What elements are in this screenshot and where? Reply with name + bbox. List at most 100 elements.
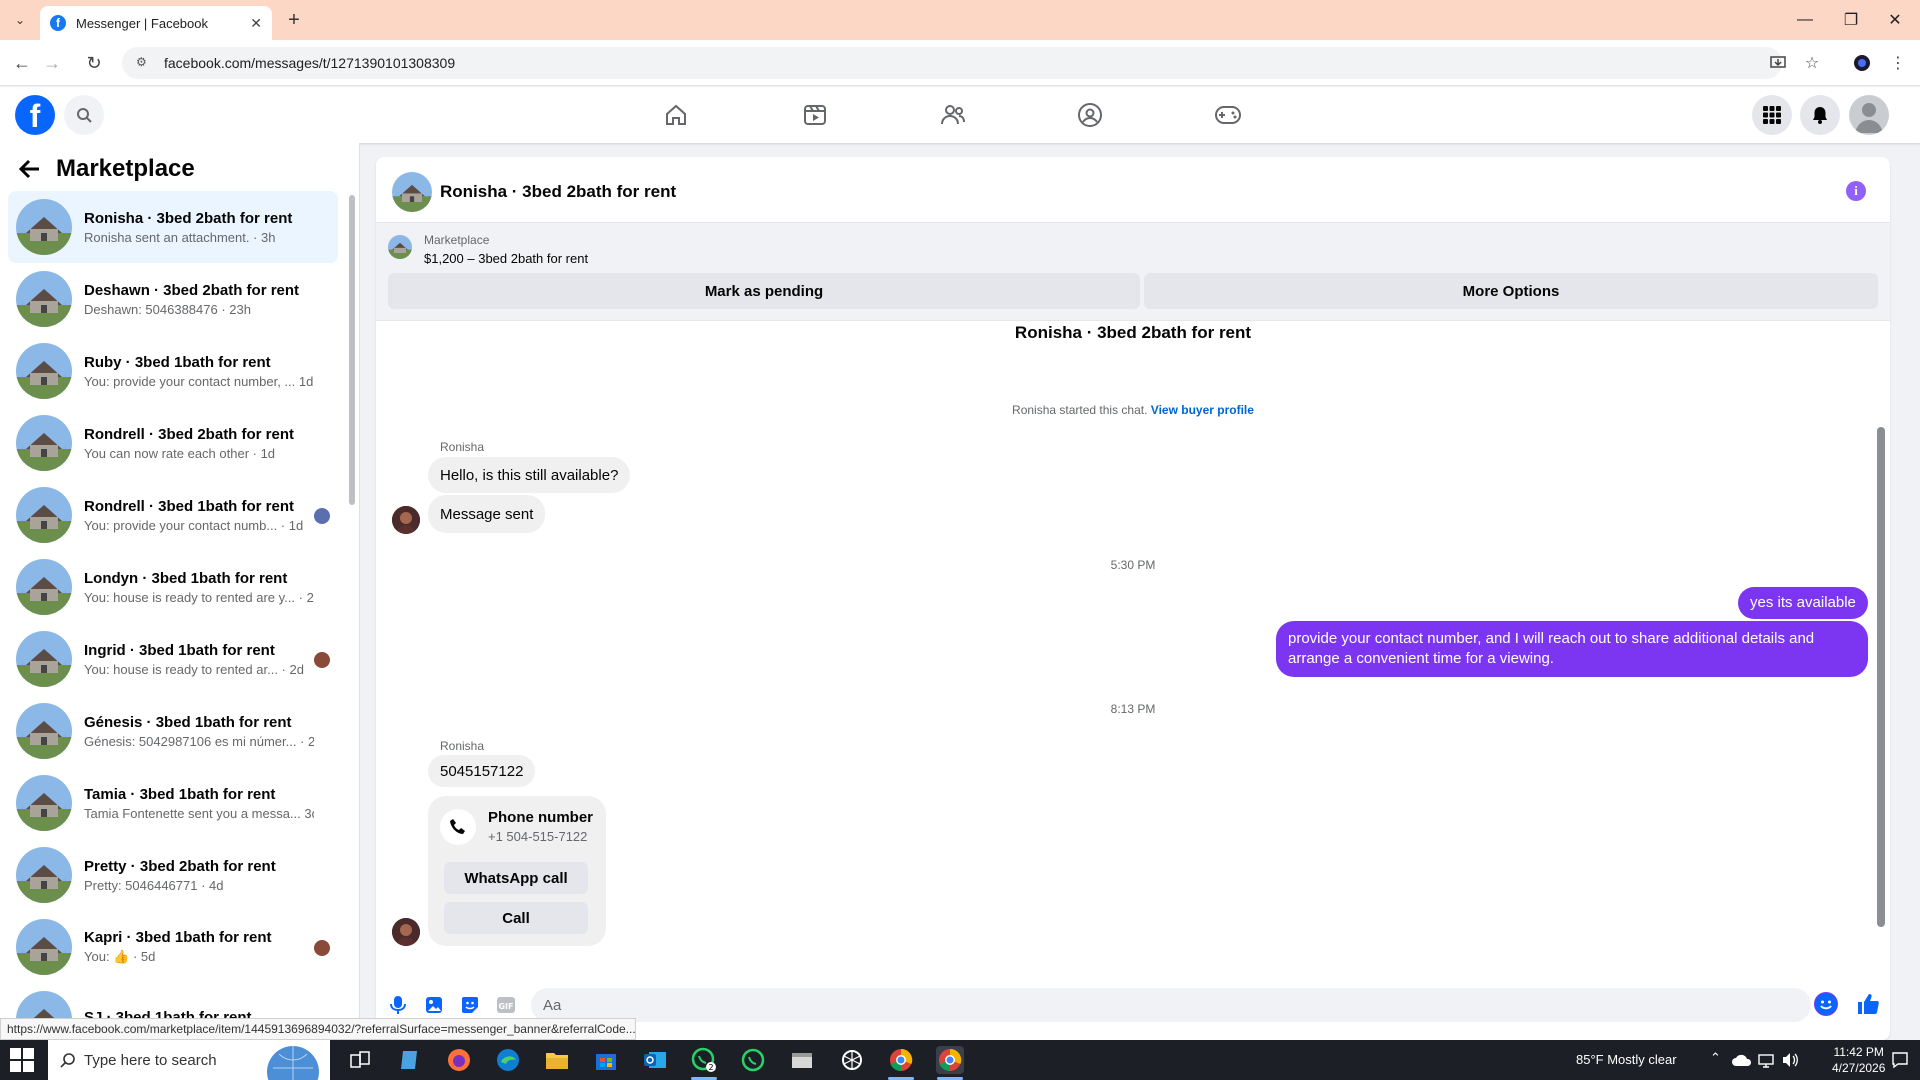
conversation-item[interactable]: Rondrell · 3bed 2bath for rent You can no… — [8, 407, 338, 479]
app-window-icon[interactable] — [788, 1046, 816, 1074]
browser-menu-icon[interactable]: ⋮ — [1886, 51, 1910, 75]
conversation-text: Ingrid · 3bed 1bath for rent You: house i… — [84, 642, 314, 677]
incoming-message[interactable]: 5045157122 — [428, 755, 536, 787]
whatsapp-call-button[interactable]: WhatsApp call — [444, 862, 588, 894]
listing-title[interactable]: $1,200 – 3bed 2bath for rent — [424, 251, 588, 266]
friends-nav-icon[interactable] — [935, 97, 971, 133]
tray-chevron-icon[interactable]: ⌃ — [1710, 1050, 1721, 1066]
conversation-item[interactable]: Ingrid · 3bed 1bath for rent You: house i… — [8, 623, 338, 695]
groups-nav-icon[interactable] — [1072, 97, 1108, 133]
view-buyer-profile-link[interactable]: View buyer profile — [1151, 403, 1254, 417]
more-options-button[interactable]: More Options — [1144, 273, 1878, 309]
outgoing-message[interactable]: yes its available — [1738, 587, 1868, 619]
task-view-icon[interactable] — [346, 1046, 374, 1074]
install-app-icon[interactable] — [1766, 51, 1790, 75]
chatgpt-icon[interactable] — [838, 1046, 866, 1074]
message-input[interactable]: Aa — [531, 988, 1811, 1022]
weather-text[interactable]: 85°F Mostly clear — [1576, 1052, 1677, 1067]
gif-icon[interactable]: GIF — [492, 991, 520, 1019]
edge-icon[interactable] — [494, 1046, 522, 1074]
listing-thumbnail — [16, 415, 72, 471]
address-bar[interactable]: ⚙ facebook.com/messages/t/12713901013083… — [122, 47, 1782, 79]
chrome-icon[interactable] — [887, 1046, 915, 1074]
forward-button[interactable]: → — [40, 51, 64, 75]
conversation-item[interactable]: Ronisha · 3bed 2bath for rent Ronisha sen… — [8, 191, 338, 263]
grid-icon — [1763, 106, 1781, 124]
back-arrow-icon[interactable] — [16, 155, 44, 183]
weather-moon-icon[interactable] — [1542, 1046, 1570, 1074]
facebook-logo-icon[interactable]: f — [15, 95, 55, 135]
sidebar-scrollbar[interactable] — [349, 195, 355, 505]
firefox-icon[interactable] — [445, 1046, 473, 1074]
photo-icon[interactable] — [420, 991, 448, 1019]
conversation-name: Ronisha · 3bed 2bath for rent — [84, 209, 293, 227]
conversation-item[interactable]: Deshawn · 3bed 2bath for rent Deshawn: 50… — [8, 263, 338, 335]
conversation-item[interactable]: Ruby · 3bed 1bath for rent You: provide y… — [8, 335, 338, 407]
incoming-message[interactable]: Hello, is this still available? — [428, 457, 631, 493]
volume-icon[interactable] — [1776, 1046, 1804, 1074]
tab-close-icon[interactable]: ✕ — [250, 15, 262, 32]
incoming-message[interactable]: Message sent — [428, 495, 546, 533]
sticker-icon[interactable] — [456, 991, 484, 1019]
windows-start-icon[interactable] — [10, 1048, 34, 1072]
back-button[interactable]: ← — [10, 51, 34, 75]
conversation-text: Rondrell · 3bed 2bath for rent You can no… — [84, 426, 314, 461]
sender-name: Ronisha — [440, 440, 485, 454]
notification-center-icon[interactable] — [1886, 1046, 1914, 1074]
bookmark-star-icon[interactable]: ☆ — [1800, 51, 1824, 75]
conversation-text: Rondrell · 3bed 1bath for rent You: provi… — [84, 498, 314, 533]
whatsapp-icon[interactable]: 2 — [690, 1046, 718, 1074]
tab-search-dropdown-icon[interactable]: ⌄ — [8, 8, 32, 32]
minimize-button[interactable]: — — [1790, 8, 1820, 32]
outgoing-message[interactable]: provide your contact number, and I will … — [1276, 621, 1868, 677]
outlook-icon[interactable] — [641, 1046, 669, 1074]
emoji-icon[interactable] — [1814, 992, 1838, 1016]
call-button[interactable]: Call — [444, 902, 588, 934]
chat-listing-thumbnail[interactable] — [392, 172, 432, 212]
system-clock[interactable]: 11:42 PM 4/27/2026 — [1832, 1044, 1885, 1076]
conversation-item[interactable]: Londyn · 3bed 1bath for rent You: house i… — [8, 551, 338, 623]
gaming-nav-icon[interactable] — [1210, 97, 1246, 133]
conversation-item[interactable]: Pretty · 3bed 2bath for rent Pretty: 5046… — [8, 839, 338, 911]
conversation-item[interactable]: Tamia · 3bed 1bath for rent Tamia Fontene… — [8, 767, 338, 839]
home-nav-icon[interactable] — [658, 97, 694, 133]
listing-thumbnail[interactable] — [388, 235, 412, 259]
sender-avatar[interactable] — [392, 506, 420, 534]
conversation-preview: You: 👍 · 5d — [84, 949, 156, 964]
microphone-icon[interactable] — [384, 991, 412, 1019]
chat-title[interactable]: Ronisha · 3bed 2bath for rent — [440, 182, 676, 202]
sender-avatar[interactable] — [392, 918, 420, 946]
listing-thumbnail — [16, 631, 72, 687]
facebook-search-button[interactable] — [64, 95, 104, 135]
mark-pending-button[interactable]: Mark as pending — [388, 273, 1140, 309]
conversation-item[interactable]: Génesis · 3bed 1bath for rent Génesis: 50… — [8, 695, 338, 767]
conversation-item[interactable]: Rondrell · 3bed 1bath for rent You: provi… — [8, 479, 338, 551]
new-tab-button[interactable]: + — [282, 8, 306, 32]
chrome-active-icon[interactable] — [936, 1046, 964, 1074]
restore-button[interactable]: ❐ — [1836, 8, 1866, 32]
site-info-icon[interactable]: ⚙ — [136, 55, 152, 71]
chat-scrollbar-thumb[interactable] — [1877, 427, 1885, 927]
browser-tab[interactable]: f Messenger | Facebook ✕ — [40, 6, 272, 40]
conversation-item[interactable]: Kapri · 3bed 1bath for rent You: 👍 · 5d — [8, 911, 338, 983]
close-window-button[interactable]: ✕ — [1880, 8, 1910, 32]
file-explorer-icon[interactable] — [543, 1046, 571, 1074]
info-icon[interactable]: i — [1846, 181, 1866, 201]
timestamp: 8:13 PM — [1110, 702, 1156, 716]
thumbs-up-icon[interactable] — [1854, 990, 1882, 1018]
listing-thumbnail — [16, 487, 72, 543]
reload-button[interactable]: ↻ — [82, 51, 106, 75]
video-nav-icon[interactable] — [797, 97, 833, 133]
notifications-button[interactable] — [1800, 95, 1840, 135]
conversation-name: Kapri · 3bed 1bath for rent — [84, 929, 272, 946]
account-avatar[interactable] — [1849, 95, 1889, 135]
sender-name: Ronisha — [440, 739, 485, 753]
whatsapp-desktop-icon[interactable] — [739, 1046, 767, 1074]
profile-icon[interactable] — [1850, 51, 1874, 75]
microsoft-store-icon[interactable] — [592, 1046, 620, 1074]
menu-grid-button[interactable] — [1752, 95, 1792, 135]
conversation-preview: Deshawn: 5046388476 · 23h — [84, 301, 251, 317]
conversation-name: Pretty · 3bed 2bath for rent — [84, 857, 276, 875]
notes-app-icon[interactable] — [396, 1046, 424, 1074]
taskbar-search-box[interactable]: Type here to search — [48, 1040, 330, 1080]
